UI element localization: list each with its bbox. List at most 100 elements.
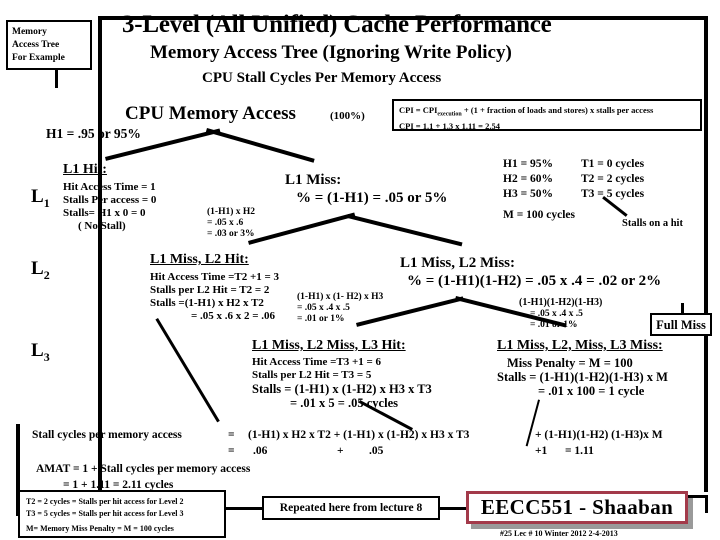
summary-line-1-term-3: + (1-H1)(1-H2) (1-H3)x M (535, 429, 663, 441)
repeated-note-label: Repeated here from lecture 8 (279, 502, 423, 514)
signature-label: EECC551 - Shaaban (480, 495, 674, 519)
cpi-formula-subscript: execution (437, 111, 462, 118)
cpi-formula-box: CPI = CPIexecution + (1 + fraction of lo… (392, 99, 702, 131)
page-subtitle-2: CPU Stall Cycles Per Memory Access (202, 70, 442, 86)
node-l3-miss-title: L1 Miss, L2, Miss, L3 Miss: (497, 338, 663, 353)
level-l3-letter: L (31, 340, 44, 361)
parameter-h2: H2 = 60% (503, 173, 553, 185)
legend-line-1: T2 = 2 cycles = Stalls per hit access fo… (26, 497, 184, 506)
memory-access-tree-line-2: Access Tree (12, 40, 60, 50)
legend-line-3: M= Memory Miss Penalty = M = 100 cycles (26, 524, 174, 533)
repeated-note-box: Repeated here from lecture 8 (262, 496, 440, 520)
node-l2-miss-percent: % = (1-H1)(1-H2) = .05 x .4 = .02 or 2% (407, 273, 662, 289)
cpi-formula-line-1-b: + (1 + fraction of loads and stores) x s… (461, 105, 654, 115)
page-title: 3-Level (All Unified) Cache Performance (122, 11, 552, 38)
parameter-h1: H1 = 95% (503, 158, 553, 170)
memory-tree-connector (55, 70, 58, 88)
cpi-formula-line-2: CPI = 1.1 + 1.3 x 1.11 = 2.54 (399, 120, 500, 131)
memory-access-tree-box: Memory Access Tree For Example (6, 20, 92, 70)
legend-box: T2 = 2 cycles = Stalls per hit access fo… (18, 490, 226, 538)
summary-line-2-value-2: .05 (369, 445, 384, 457)
node-l1-miss-title: L1 Miss: (285, 172, 342, 188)
root-node-percent: (100%) (330, 110, 365, 122)
parameter-row-3: H3 = 50% T3 = 5 cycles (503, 187, 644, 202)
level-label-l3: L3 (31, 340, 50, 365)
frame-right-border (704, 16, 708, 492)
parameter-row-1: H1 = 95% T1 = 0 cycles (503, 157, 644, 172)
node-l2-hit-title: L1 Miss, L2 Hit: (150, 252, 249, 267)
edge-label-l3-hit-line-2: = .05 x .4 x .5 (297, 303, 350, 313)
level-label-l1: L1 (31, 186, 50, 211)
edge-label-l2-hit-line-3: = .03 or 3% (207, 229, 255, 239)
signature-block: EECC551 - Shaaban (466, 491, 693, 529)
node-l1-hit-line-1: Hit Access Time = 1 (63, 181, 156, 193)
parameter-t1: T1 = 0 cycles (581, 158, 645, 170)
edge-label-l2-hit-line-2: = .05 x .6 (207, 218, 244, 228)
level-l1-subscript: 1 (43, 195, 50, 210)
level-label-l2: L2 (31, 258, 50, 283)
edge-l1miss-to-l2-miss (347, 214, 463, 247)
footer-note: #25 Lec # 10 Winter 2012 2-4-2013 (500, 529, 618, 538)
summary-line-2-value-3: +1 (535, 445, 548, 457)
summary-line-1-terms: (1-H1) x H2 x T2 + (1-H1) x (1-H2) x H3 … (248, 429, 470, 441)
node-l2-miss-title: L1 Miss, L2 Miss: (400, 255, 516, 271)
node-l2-hit-line-2: Stalls per L2 Hit = T2 = 2 (150, 284, 270, 296)
summary-amat-line: AMAT = 1 + Stall cycles per memory acces… (36, 463, 251, 475)
memory-access-tree-line-1: Memory (12, 27, 47, 37)
cpi-formula-line-1: CPI = CPIexecution + (1 + fraction of lo… (399, 105, 700, 121)
full-miss-label: Full Miss (656, 317, 706, 332)
edge-label-full-miss-line-1: (1-H1)(1-H2)(1-H3) (519, 297, 603, 308)
full-miss-box: Full Miss (650, 313, 712, 336)
edge-label-l3-hit-line-1: (1-H1) x (1- H2) x H3 (297, 292, 384, 302)
node-l1-miss-percent: % = (1-H1) = .05 or 5% (296, 190, 448, 206)
edge-label-l2-hit-line-1: (1-H1) x H2 (207, 207, 256, 217)
edge-label-full-miss-line-3: = .01 or 1% (530, 320, 578, 330)
repeated-note-connector (440, 507, 466, 510)
level-l2-subscript: 2 (43, 267, 50, 282)
summary-line-1-equals: = (228, 429, 235, 441)
node-l3-hit-line-2: Stalls per L2 Hit = T3 = 5 (252, 369, 372, 381)
node-l1-hit-title: L1 Hit: (63, 162, 107, 177)
node-l2-hit-line-4: = .05 x .6 x 2 = .06 (191, 310, 276, 322)
node-l3-hit-line-3: Stalls = (1-H1) x (1-H2) x H3 x T3 (252, 382, 432, 396)
level-l1-letter: L (31, 186, 44, 207)
arrow-l2hit-to-summary (155, 318, 220, 423)
node-l1-hit-line-2: Stalls Per access = 0 (63, 194, 157, 206)
node-l1-hit-line-4: ( No Stall) (78, 220, 126, 232)
node-l3-hit-title: L1 Miss, L2 Miss, L3 Hit: (252, 338, 406, 353)
parameter-t2: T2 = 2 cycles (581, 173, 645, 185)
slide-canvas: Memory Access Tree For Example 3-Level (… (0, 0, 720, 540)
page-subtitle: Memory Access Tree (Ignoring Write Polic… (150, 42, 512, 63)
parameter-row-2: H2 = 60% T2 = 2 cycles (503, 172, 644, 187)
full-miss-connector (681, 303, 684, 315)
node-l3-hit-line-4: = .01 x 5 = .05 cycles (290, 396, 398, 410)
signature-connector-side (705, 495, 708, 513)
summary-line-1-label: Stall cycles per memory access (32, 429, 182, 441)
node-l3-miss-line-3: = .01 x 100 = 1 cycle (538, 384, 645, 398)
legend-connector (226, 507, 262, 510)
edge-label-full-miss-line-2: = .05 x .4 x .5 (530, 309, 583, 319)
parameter-m: M = 100 cycles (503, 209, 576, 221)
memory-access-tree-text: Memory Access Tree For Example (8, 22, 90, 65)
edge-l1miss-to-l2-hit (248, 212, 356, 245)
level-l3-subscript: 3 (43, 349, 50, 364)
frame-left-border (98, 16, 102, 492)
node-l3-miss-line-2: Stalls = (1-H1)(1-H2)(1-H3) x M (497, 370, 668, 384)
parameter-h3: H3 = 50% (503, 188, 553, 200)
node-l3-hit-line-1: Hit Access Time =T3 +1 = 6 (252, 356, 382, 368)
node-l2-hit-line-3: Stalls =(1-H1) x H2 x T2 (150, 297, 264, 309)
summary-line-2-plus: + (337, 445, 344, 457)
summary-line-2-equals: = (228, 445, 235, 457)
stalls-on-a-hit-label: Stalls on a hit (622, 218, 683, 229)
legend-line-2: T3 = 5 cycles = Stalls per hit access fo… (26, 508, 184, 518)
cpi-formula-line-1-a: CPI = CPI (399, 105, 438, 115)
root-node-label: CPU Memory Access (125, 103, 296, 124)
node-l3-miss-line-1: Miss Penalty = M = 100 (507, 356, 633, 370)
edge-label-l3-hit-line-3: = .01 or 1% (297, 314, 345, 324)
level-l2-letter: L (31, 258, 44, 279)
summary-line-2-total: = 1.11 (565, 445, 594, 457)
node-l2-hit-line-1: Hit Access Time =T2 +1 = 3 (150, 271, 280, 283)
h1-label: H1 = .95 or 95% (46, 126, 141, 141)
summary-line-2-value-1: .06 (253, 445, 268, 457)
signature-box: EECC551 - Shaaban (466, 491, 688, 524)
